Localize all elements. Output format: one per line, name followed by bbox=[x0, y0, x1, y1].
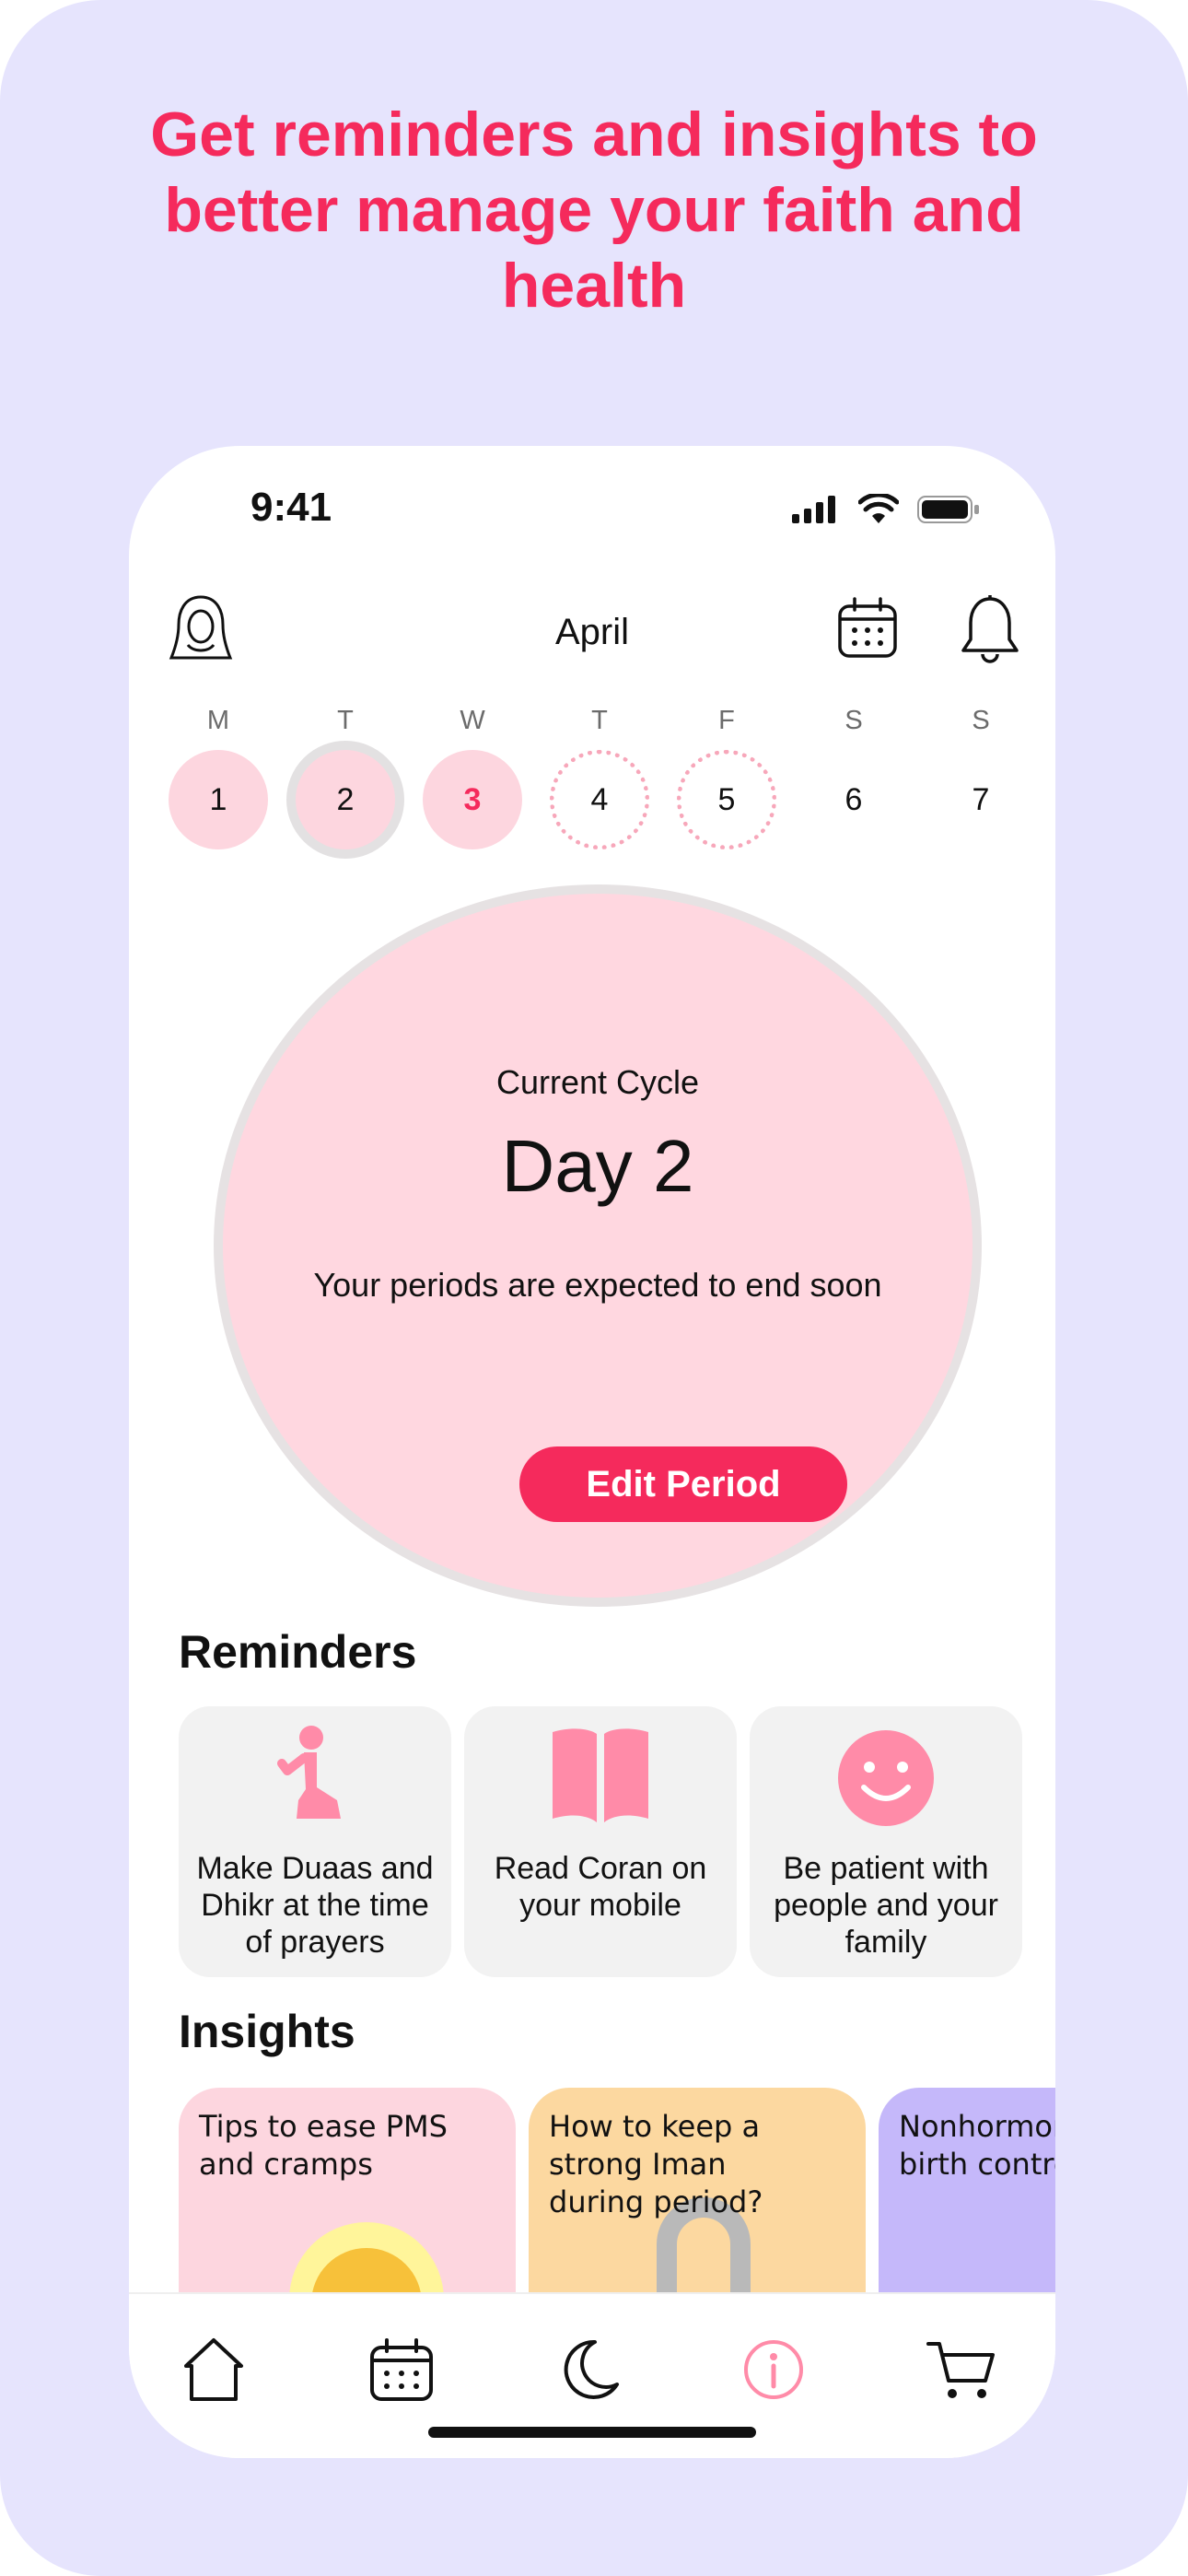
weekday-label: T bbox=[337, 706, 354, 735]
reminder-text: Be patient with people and your family bbox=[774, 1851, 998, 1960]
status-bar: 9:41 bbox=[129, 446, 1055, 556]
open-book-icon bbox=[553, 1728, 648, 1822]
phone-mockup: 9:41 April M T W T F S S 1 2 3 4 5 6 7 C… bbox=[129, 446, 1055, 2458]
home-icon[interactable] bbox=[177, 2333, 250, 2406]
headline: Get reminders and insights to better man… bbox=[150, 100, 1038, 321]
status-time: 9:41 bbox=[250, 485, 332, 530]
cycle-note: Your periods are expected to end soon bbox=[313, 1266, 882, 1304]
smiley-face-icon bbox=[838, 1730, 934, 1826]
day-2-today[interactable]: 2 bbox=[286, 741, 404, 859]
week-strip: M T W T F S S 1 2 3 4 5 6 7 bbox=[129, 706, 1055, 862]
home-indicator bbox=[428, 2427, 756, 2438]
signal-icon bbox=[792, 496, 835, 523]
day-1[interactable]: 1 bbox=[169, 750, 268, 849]
insight-text: Tips to ease PMS and cramps bbox=[199, 2109, 448, 2182]
cycle-label: Current Cycle bbox=[495, 1063, 700, 1101]
cycle-day: Day 2 bbox=[501, 1125, 694, 1207]
month-title[interactable]: April bbox=[129, 612, 1055, 653]
calendar-icon[interactable] bbox=[834, 593, 901, 663]
cart-icon[interactable] bbox=[925, 2333, 998, 2406]
reminders-title: Reminders bbox=[179, 1626, 417, 1678]
top-bar: April bbox=[129, 593, 1055, 676]
weekday-label: T bbox=[591, 706, 608, 735]
reminder-card-duaas[interactable]: Make Duaas and Dhikr at the time of pray… bbox=[179, 1706, 451, 1977]
insight-card-iman[interactable]: How to keep a strong Iman during period? bbox=[529, 2088, 866, 2327]
edit-period-button[interactable]: Edit Period bbox=[519, 1446, 847, 1522]
insight-text: How to keep a strong Iman during period? bbox=[549, 2109, 763, 2219]
cycle-circle: Current Cycle Day 2 Your periods are exp… bbox=[214, 884, 982, 1607]
weekday-label: M bbox=[206, 706, 230, 735]
calendar-icon[interactable] bbox=[365, 2333, 438, 2406]
insight-card-birth-control[interactable]: Nonhormonal birth control bbox=[879, 2088, 1055, 2327]
moon-icon[interactable] bbox=[553, 2333, 626, 2406]
battery-icon bbox=[917, 496, 979, 523]
weekday-label: W bbox=[460, 706, 485, 735]
day-7[interactable]: 7 bbox=[931, 750, 1031, 849]
day-4-predicted[interactable]: 4 bbox=[550, 750, 649, 849]
onboarding-page: Get reminders and insights to better man… bbox=[0, 0, 1188, 2576]
bell-icon[interactable] bbox=[960, 593, 1020, 663]
reminder-card-patience[interactable]: Be patient with people and your family bbox=[750, 1706, 1022, 1977]
insight-text: Nonhormonal birth control bbox=[899, 2109, 1055, 2182]
reminder-card-coran[interactable]: Read Coran on your mobile bbox=[464, 1706, 737, 1977]
wifi-icon bbox=[858, 494, 899, 523]
weekday-label: S bbox=[972, 706, 990, 735]
info-icon[interactable] bbox=[737, 2333, 810, 2406]
praying-person-icon bbox=[277, 1726, 341, 1819]
reminder-text: Make Duaas and Dhikr at the time of pray… bbox=[196, 1851, 434, 1960]
reminder-text: Read Coran on your mobile bbox=[494, 1851, 707, 1923]
insight-card-pms[interactable]: Tips to ease PMS and cramps bbox=[179, 2088, 516, 2327]
day-6[interactable]: 6 bbox=[804, 750, 903, 849]
weekday-label: S bbox=[844, 706, 863, 735]
weekday-label: F bbox=[718, 706, 735, 735]
insights-title: Insights bbox=[179, 2006, 355, 2057]
day-5-predicted[interactable]: 5 bbox=[677, 750, 776, 849]
day-3-selected[interactable]: 3 bbox=[423, 750, 522, 849]
